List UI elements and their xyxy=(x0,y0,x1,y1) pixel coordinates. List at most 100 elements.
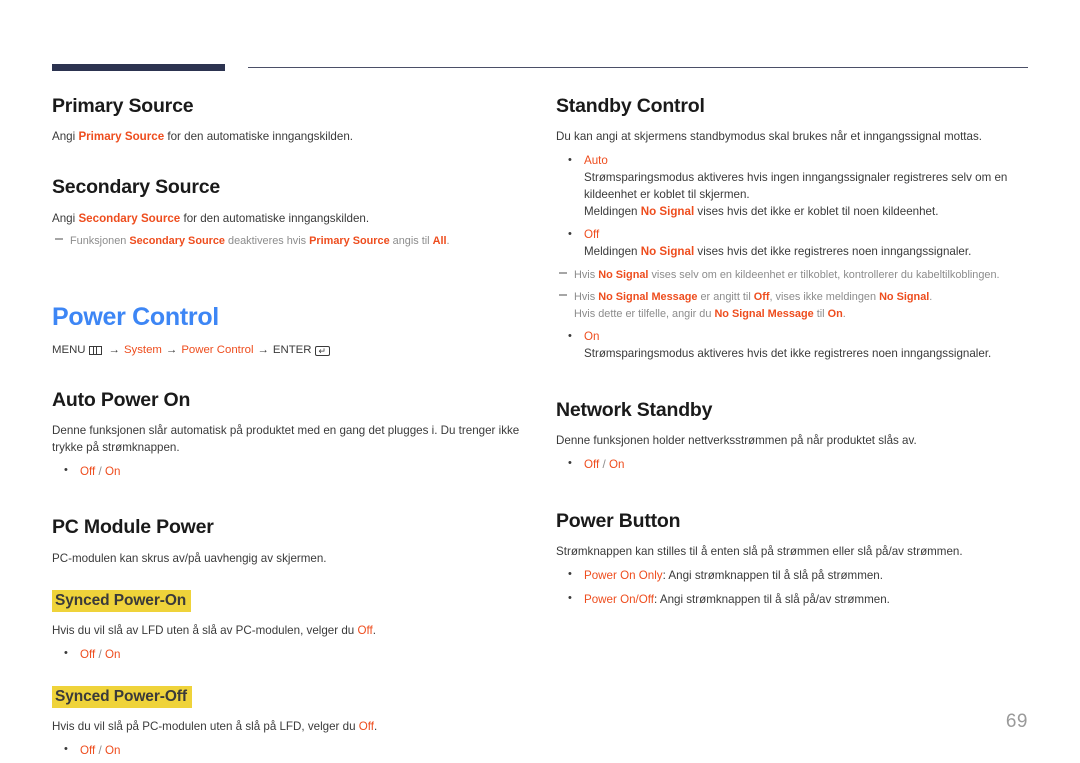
text-frag: Hvis du vil slå på PC-modulen uten å slå… xyxy=(52,720,359,734)
text-frag: . xyxy=(374,720,378,734)
paragraph-power-button: Strømknappen kan stilles til å enten slå… xyxy=(556,545,963,559)
menu-step-power-control[interactable]: Power Control xyxy=(181,343,253,359)
options-synced-power-off: Off / On xyxy=(52,742,522,760)
text-frag: . xyxy=(842,307,846,320)
text-frag: til xyxy=(813,307,828,320)
note-continuation: Hvis dette er tilfelle, angir du No Sign… xyxy=(574,306,1028,322)
text-frag: vises hvis det ikke er koblet til noen k… xyxy=(694,204,939,218)
list-item: Power On/Off: Angi strømknappen til å sl… xyxy=(556,591,1028,609)
option-power-on-only[interactable]: Power On Only xyxy=(584,569,663,582)
list-item: Off / On xyxy=(52,463,522,481)
term-secondary-source: Secondary Source xyxy=(78,211,181,225)
option-on-description: Strømsparingsmodus aktiveres hvis det ik… xyxy=(584,346,992,360)
term-off: Off xyxy=(357,624,373,638)
options-auto-power-on: Off / On xyxy=(52,463,522,481)
term-off: Off xyxy=(753,291,770,304)
term-secondary-source: Secondary Source xyxy=(129,235,225,248)
paragraph-synced-power-on: Hvis du vil slå av LFD uten å slå av PC-… xyxy=(52,623,522,640)
heading-standby-control: Standby Control xyxy=(556,95,705,117)
text-frag: angis til xyxy=(389,235,433,248)
heading-primary-source: Primary Source xyxy=(52,95,194,117)
text-frag: Meldingen xyxy=(584,245,641,259)
header-accent-bar xyxy=(52,64,225,71)
arrow-separator: → xyxy=(257,343,269,356)
enter-key-icon: ↵ xyxy=(315,345,331,356)
option-on[interactable]: On xyxy=(105,648,120,661)
option-off[interactable]: Off xyxy=(584,228,599,241)
subheading-wrap-synced-power-on: Synced Power-On xyxy=(52,589,522,613)
menu-step-system[interactable]: System xyxy=(124,343,162,359)
paragraph-pc-module-power: PC-modulen kan skrus av/på uavhengig av … xyxy=(52,551,327,565)
list-item: Auto Strømsparingsmodus aktiveres hvis i… xyxy=(556,153,1028,220)
option-off[interactable]: Off xyxy=(584,458,599,471)
option-separator: / xyxy=(98,743,102,757)
text-frag: Funksjonen xyxy=(70,235,130,248)
option-on[interactable]: On xyxy=(105,465,120,478)
list-item: Off / On xyxy=(556,456,1028,474)
text-frag: . xyxy=(372,624,376,638)
text-frag: Angi xyxy=(52,211,79,225)
option-separator: / xyxy=(98,464,102,478)
term-primary-source: Primary Source xyxy=(78,130,165,144)
term-no-signal: No Signal xyxy=(640,245,695,259)
subheading-wrap-synced-power-off: Synced Power-Off xyxy=(52,685,522,709)
option-auto[interactable]: Auto xyxy=(584,154,608,167)
text-frag: Hvis du vil slå av LFD uten å slå av PC-… xyxy=(52,624,358,638)
term-all: All xyxy=(432,235,447,248)
heading-secondary-source: Secondary Source xyxy=(52,176,221,199)
menu-path: MENU → System → Power Control → ENTER ↵ xyxy=(52,343,522,359)
paragraph-standby-control: Du kan angi at skjermens standbymodus sk… xyxy=(556,130,982,144)
options-standby-control: Auto Strømsparingsmodus aktiveres hvis i… xyxy=(556,153,1028,220)
paragraph-secondary-source: Angi Secondary Source for den automatisk… xyxy=(52,211,522,228)
term-no-signal-message: No Signal Message xyxy=(598,291,698,304)
list-item: On Strømsparingsmodus aktiveres hvis det… xyxy=(556,329,1028,363)
option-on[interactable]: On xyxy=(105,744,120,757)
heading-network-standby: Network Standby xyxy=(556,398,713,421)
term-no-signal-message: No Signal Message xyxy=(714,307,814,320)
paragraph-synced-power-off: Hvis du vil slå på PC-modulen uten å slå… xyxy=(52,719,522,736)
term-on: On xyxy=(827,307,843,320)
heading-auto-power-on: Auto Power On xyxy=(52,388,191,411)
options-standby-on: On Strømsparingsmodus aktiveres hvis det… xyxy=(556,329,1028,363)
text-frag: , vises ikke meldingen xyxy=(769,291,880,304)
term-no-signal: No Signal xyxy=(879,291,930,304)
option-off[interactable]: Off xyxy=(80,648,95,661)
enter-label: ENTER xyxy=(272,343,312,356)
text-frag: for den automatiske inngangskilden. xyxy=(164,130,353,144)
text-frag: deaktiveres hvis xyxy=(224,235,310,248)
subheading-synced-power-on: Synced Power-On xyxy=(52,589,192,613)
left-column: Primary Source Angi Primary Source for d… xyxy=(52,95,522,760)
option-on[interactable]: On xyxy=(584,330,599,343)
option-power-on-off[interactable]: Power On/Off xyxy=(584,593,654,606)
options-network-standby: Off / On xyxy=(556,456,1028,474)
option-separator: / xyxy=(98,647,102,661)
note-secondary-source: Funksjonen Secondary Source deaktiveres … xyxy=(52,233,522,249)
list-item: Off / On xyxy=(52,742,522,760)
arrow-separator: → xyxy=(165,343,178,356)
term-primary-source: Primary Source xyxy=(309,235,390,248)
paragraph-network-standby: Denne funksjonen holder nettverksstrømme… xyxy=(556,434,917,448)
text-frag: : Angi strømknappen til å slå på strømme… xyxy=(662,568,883,582)
option-off[interactable]: Off xyxy=(80,465,95,478)
text-frag: Hvis xyxy=(574,268,599,281)
text-frag: vises hvis det ikke registreres noen inn… xyxy=(694,245,972,259)
list-item: Power On Only: Angi strømknappen til å s… xyxy=(556,567,1028,585)
arrow-separator: → xyxy=(108,343,120,356)
heading-power-control: Power Control xyxy=(52,302,219,331)
page-header-rules xyxy=(52,64,1028,76)
option-separator: / xyxy=(602,457,606,471)
options-power-button: Power On Only: Angi strømknappen til å s… xyxy=(556,567,1028,609)
option-auto-description: Strømsparingsmodus aktiveres hvis ingen … xyxy=(584,170,1008,201)
list-item: Off / On xyxy=(52,646,522,664)
option-off[interactable]: Off xyxy=(80,744,95,757)
term-off: Off xyxy=(358,720,375,734)
options-synced-power-on: Off / On xyxy=(52,646,522,664)
heading-pc-module-power: PC Module Power xyxy=(52,516,214,539)
menu-grid-icon xyxy=(88,346,102,356)
text-frag: er angitt til xyxy=(697,291,754,304)
menu-label: MENU xyxy=(52,343,86,356)
text-frag: . xyxy=(446,235,450,248)
paragraph-auto-power-on: Denne funksjonen slår automatisk på prod… xyxy=(52,424,520,454)
text-frag: for den automatiske inngangskilden. xyxy=(180,211,370,225)
option-on[interactable]: On xyxy=(609,458,624,471)
